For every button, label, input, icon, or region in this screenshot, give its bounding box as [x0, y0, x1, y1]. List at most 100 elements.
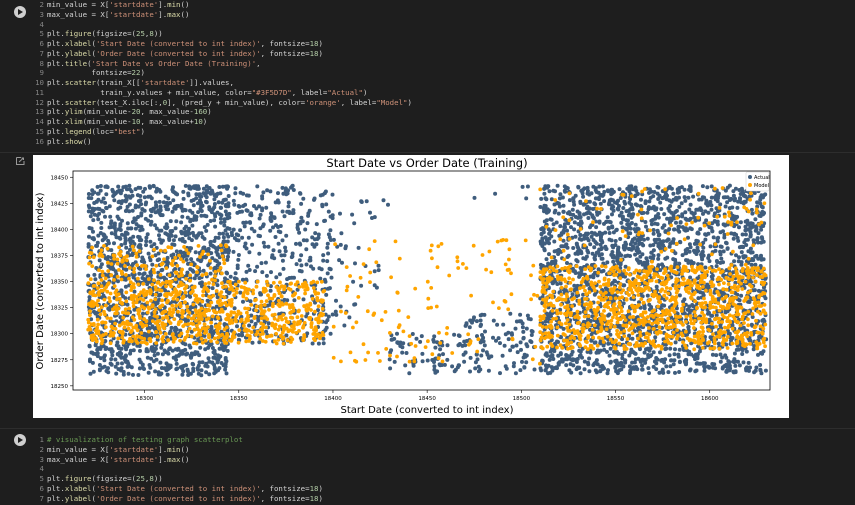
data-point: [565, 261, 569, 265]
data-point: [110, 231, 114, 235]
data-point: [728, 198, 732, 202]
data-point: [713, 366, 717, 370]
data-point: [701, 212, 705, 216]
data-point: [171, 198, 175, 202]
data-point: [313, 310, 317, 314]
data-point: [299, 216, 303, 220]
data-point: [273, 317, 277, 321]
data-point: [162, 200, 166, 204]
data-point: [150, 263, 154, 267]
data-point: [698, 290, 702, 294]
data-point: [96, 286, 100, 290]
data-point: [555, 340, 559, 344]
data-point: [557, 212, 561, 216]
data-point: [154, 210, 158, 214]
data-point: [319, 193, 323, 197]
data-point: [545, 186, 549, 190]
data-point: [223, 239, 227, 243]
data-point: [523, 355, 527, 359]
data-point: [583, 367, 587, 371]
data-point: [306, 221, 310, 225]
data-point: [512, 364, 516, 368]
data-point: [577, 349, 581, 353]
data-point: [715, 260, 719, 264]
data-point: [544, 235, 548, 239]
data-point: [234, 283, 238, 287]
data-point: [214, 250, 218, 254]
output-icon[interactable]: [16, 157, 25, 165]
data-point: [741, 348, 745, 352]
data-point: [334, 313, 338, 317]
data-point: [760, 352, 764, 356]
code-editor[interactable]: 2min_value = X['startdate'].min()3max_va…: [32, 0, 732, 148]
data-point: [250, 243, 254, 247]
data-point: [266, 245, 270, 249]
data-point: [196, 210, 200, 214]
data-point: [689, 187, 693, 191]
data-point: [683, 360, 687, 364]
data-point: [199, 214, 203, 218]
data-point: [737, 255, 741, 259]
data-point: [606, 342, 610, 346]
data-point: [739, 220, 743, 224]
data-point: [219, 221, 223, 225]
data-point: [677, 205, 681, 209]
data-point: [199, 195, 203, 199]
data-point: [174, 326, 178, 330]
data-point: [753, 217, 757, 221]
data-point: [174, 226, 178, 230]
data-point: [752, 238, 756, 242]
data-point: [665, 217, 669, 221]
data-point: [294, 242, 298, 246]
data-point: [343, 246, 347, 250]
data-point: [382, 198, 386, 202]
data-point: [473, 196, 477, 200]
data-point: [690, 211, 694, 215]
data-point: [278, 281, 282, 285]
data-point: [607, 313, 611, 317]
data-point: [722, 249, 726, 253]
data-point: [272, 248, 276, 252]
data-point: [100, 305, 104, 309]
run-cell-button[interactable]: [14, 6, 26, 18]
data-point: [183, 348, 187, 352]
data-point: [194, 308, 198, 312]
data-point: [586, 361, 590, 365]
data-point: [594, 225, 598, 229]
data-point: [663, 257, 667, 261]
data-point: [325, 246, 329, 250]
data-point: [426, 359, 430, 363]
data-point: [689, 203, 693, 207]
data-point: [514, 327, 518, 331]
data-point: [579, 353, 583, 357]
data-point: [630, 337, 634, 341]
data-point: [504, 364, 508, 368]
data-point: [594, 188, 598, 192]
data-point: [311, 342, 315, 346]
line-number: 10: [32, 78, 44, 88]
data-point: [605, 350, 609, 354]
data-point: [480, 313, 484, 317]
line-number: 7: [32, 49, 44, 59]
data-point: [306, 307, 310, 311]
data-point: [741, 191, 745, 195]
data-point: [258, 217, 262, 221]
data-point: [188, 344, 192, 348]
data-point: [300, 314, 304, 318]
data-point: [595, 351, 599, 355]
data-point: [235, 324, 239, 328]
data-point: [633, 227, 637, 231]
data-point: [121, 185, 125, 189]
data-point: [277, 242, 281, 246]
data-point: [748, 235, 752, 239]
data-point: [726, 247, 730, 251]
data-point: [605, 247, 609, 251]
data-point: [202, 246, 206, 250]
data-point: [642, 211, 646, 215]
data-point: [471, 318, 475, 322]
data-point: [619, 221, 623, 225]
data-point: [644, 225, 648, 229]
data-point: [630, 216, 634, 220]
data-point: [598, 220, 602, 224]
data-point: [127, 184, 131, 188]
